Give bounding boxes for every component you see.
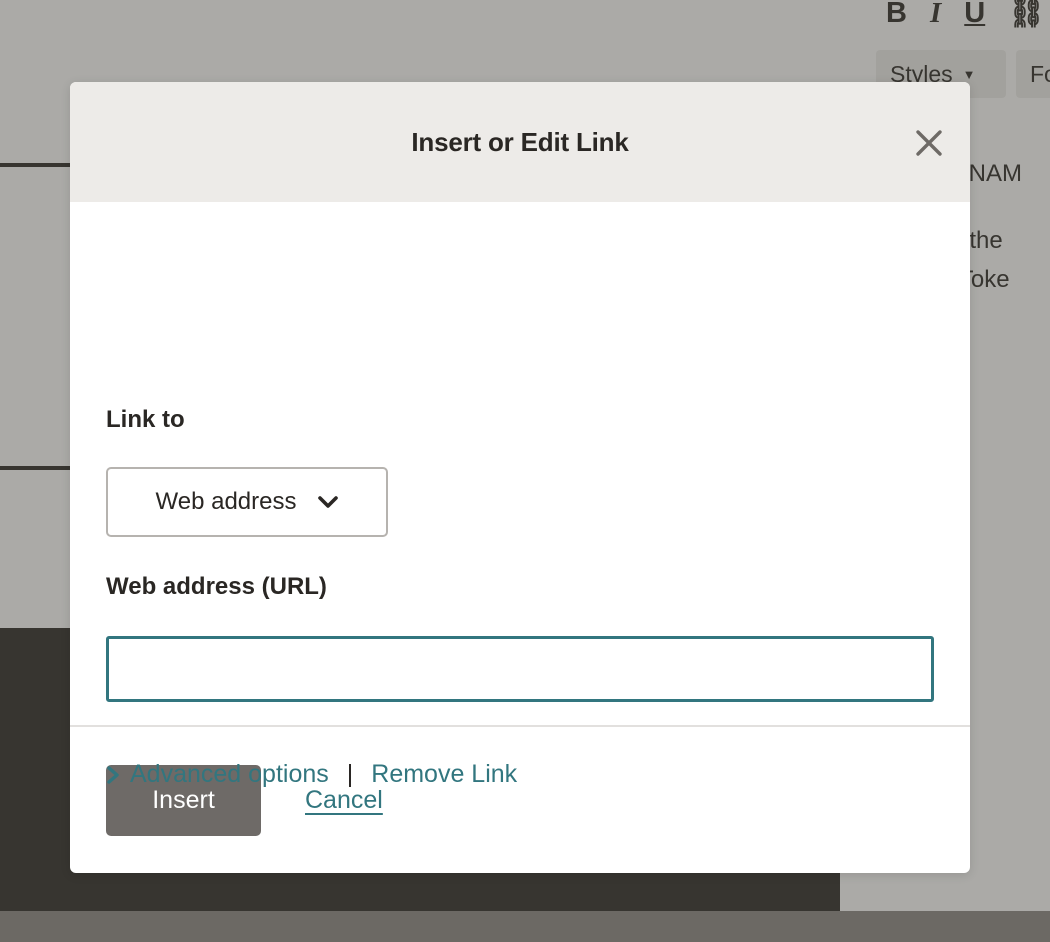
insert-edit-link-dialog: Insert or Edit Link Link to Web address: [70, 82, 970, 873]
page-root: ge you B I U ⛓ Styles ▼ Fo *IFNAM find t…: [0, 0, 1050, 942]
link-to-selected-value: Web address: [155, 488, 297, 515]
dialog-body: Link to Web address Web address (URL) Ad…: [70, 202, 970, 788]
dialog-footer: Insert Cancel: [70, 725, 970, 873]
close-icon: [913, 127, 945, 159]
dialog-title: Insert or Edit Link: [411, 126, 629, 157]
dialog-header: Insert or Edit Link: [70, 82, 970, 202]
advanced-options-toggle[interactable]: Advanced options: [106, 760, 329, 789]
chevron-right-icon: [106, 765, 120, 785]
advanced-options-label: Advanced options: [130, 760, 329, 788]
remove-link-button[interactable]: Remove Link: [371, 760, 517, 789]
link-to-select[interactable]: Web address: [106, 467, 388, 537]
close-button[interactable]: [910, 124, 948, 162]
dialog-secondary-links: Advanced options | Remove Link: [106, 760, 517, 789]
link-separator: |: [346, 760, 354, 788]
chevron-down-icon: [318, 495, 339, 509]
link-to-label: Link to: [106, 406, 185, 433]
cancel-button[interactable]: Cancel: [305, 786, 383, 815]
web-address-input[interactable]: [106, 636, 934, 702]
web-address-label: Web address (URL): [106, 573, 327, 600]
